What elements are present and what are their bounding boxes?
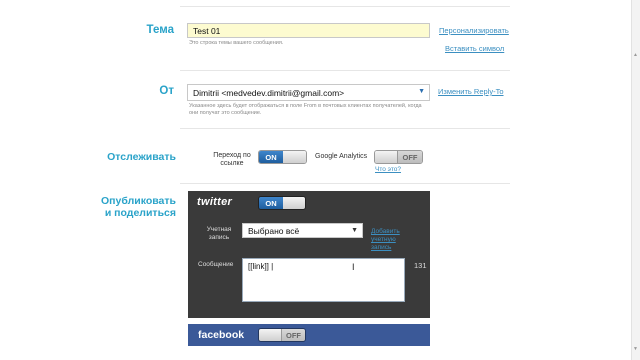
message-textarea[interactable]: [[link]] | [242, 258, 405, 302]
divider [180, 70, 510, 71]
from-select-value: Dimitrii <medvedev.dimitrii@gmail.com> [193, 88, 345, 98]
text-cursor-icon: I [352, 262, 355, 272]
insert-symbol-link[interactable]: Вставить символ [445, 44, 504, 53]
char-count: 131 [414, 261, 427, 270]
dropdown-arrow-icon: ▼ [351, 227, 358, 234]
subject-hint: Это строка темы вашего сообщения. [189, 40, 284, 46]
toggle-off-label: OFF [282, 329, 305, 341]
twitter-toggle[interactable]: ON [258, 196, 306, 210]
from-select[interactable]: Dimitrii <medvedev.dimitrii@gmail.com> ▼ [187, 84, 430, 101]
change-reply-to-link[interactable]: Изменить Reply-To [438, 87, 504, 96]
link-clicks-label: Переход по ссылке [213, 152, 251, 167]
google-analytics-toggle[interactable]: OFF [374, 150, 423, 164]
from-label: От [159, 85, 174, 97]
scroll-up-icon[interactable]: ▲ [633, 52, 638, 58]
account-select-value: Выбрано всё [248, 226, 300, 236]
top-divider [180, 6, 510, 7]
toggle-knob [283, 151, 306, 163]
add-account-link[interactable]: Добавить учетную запись [371, 228, 411, 252]
whats-this-link[interactable]: Что это? [375, 166, 401, 173]
facebook-logo: facebook [198, 329, 245, 341]
from-hint: Указанное здесь будет отображаться в пол… [189, 103, 422, 116]
tracking-label: Отслеживать [107, 151, 176, 163]
divider [180, 183, 510, 184]
toggle-on-label: ON [259, 151, 283, 163]
toggle-on-label: ON [259, 197, 283, 209]
link-clicks-toggle[interactable]: ON [258, 150, 307, 164]
toggle-off-label: OFF [398, 151, 422, 163]
subject-input[interactable]: Test 01 [187, 23, 430, 38]
message-text: [[link]] | [248, 262, 274, 271]
personalize-link[interactable]: Персонализировать [439, 26, 509, 35]
toggle-knob [259, 329, 282, 341]
toggle-knob [375, 151, 398, 163]
facebook-toggle[interactable]: OFF [258, 328, 306, 342]
subject-label: Тема [146, 24, 174, 36]
twitter-logo: twitter [197, 196, 233, 208]
scroll-down-icon[interactable]: ▼ [633, 346, 638, 352]
account-select[interactable]: Выбрано всё ▼ [242, 223, 363, 238]
share-label: Опубликовать и поделиться [101, 195, 176, 219]
account-label: Учетная запись [206, 226, 232, 241]
toggle-knob [283, 197, 305, 209]
message-label: Сообщение [198, 261, 234, 268]
divider [180, 128, 510, 129]
google-analytics-label: Google Analytics [315, 153, 368, 160]
dropdown-arrow-icon: ▼ [418, 88, 425, 95]
